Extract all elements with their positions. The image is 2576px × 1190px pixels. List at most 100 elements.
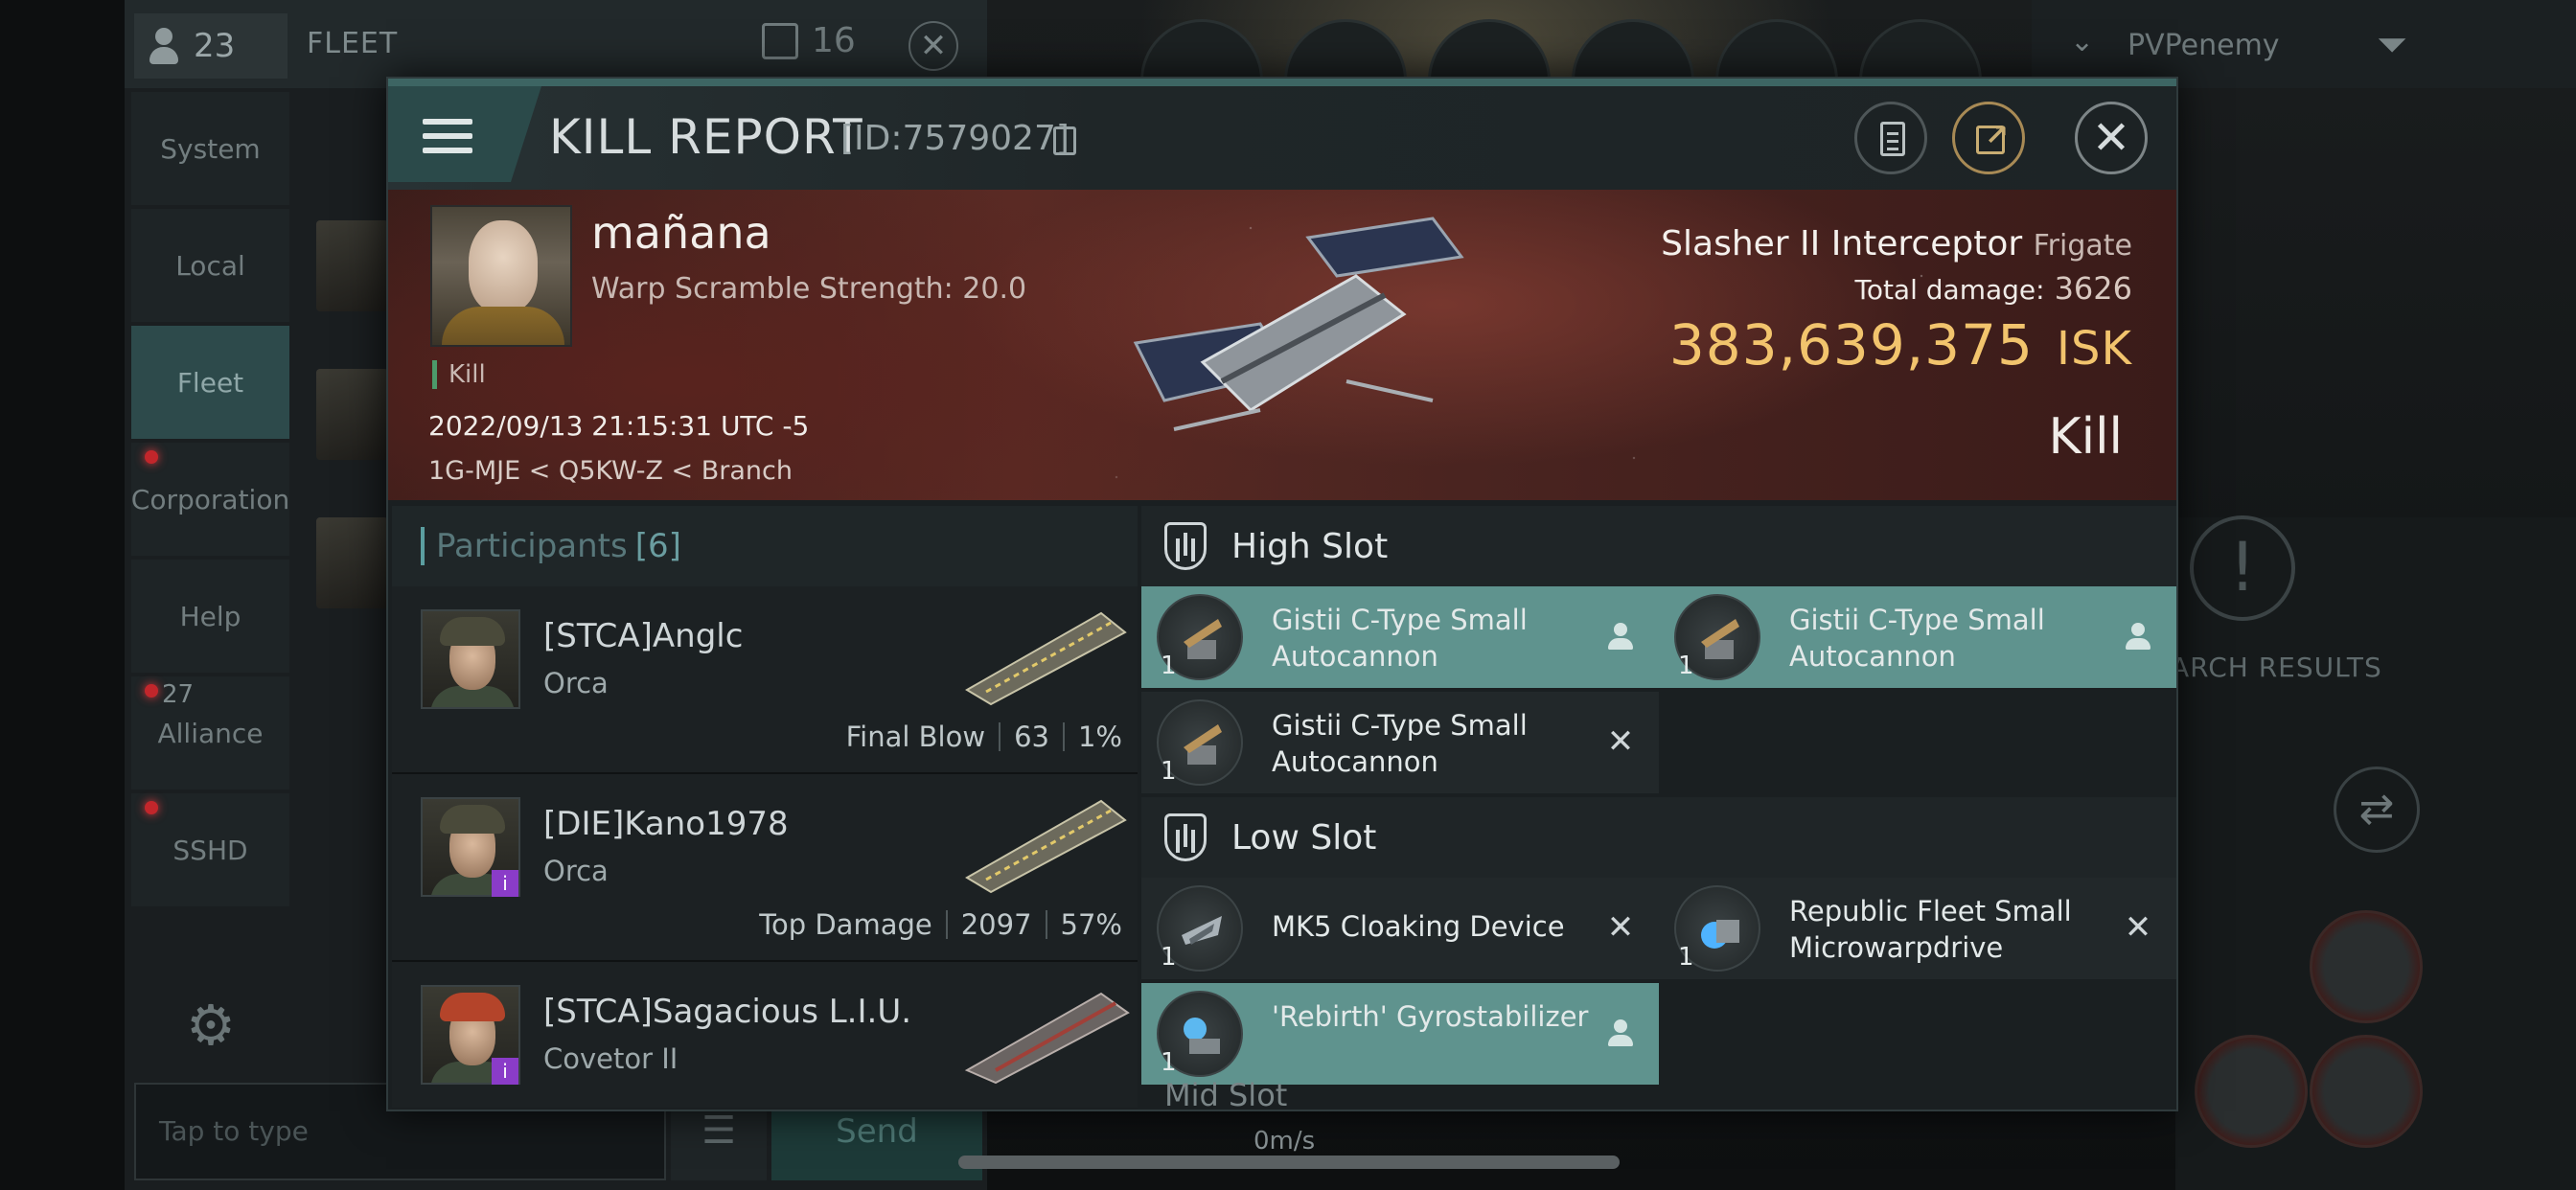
info-badge-icon: i bbox=[492, 870, 518, 897]
module-item[interactable]: 1 Republic Fleet Small Microwarpdrive ✕ bbox=[1659, 878, 2176, 979]
gear-icon[interactable]: ⚙ bbox=[172, 987, 249, 1064]
participant-ship-image bbox=[964, 992, 1130, 1085]
close-icon: ✕ bbox=[2091, 111, 2131, 165]
speed-readout: 0m/s bbox=[1254, 1127, 1316, 1156]
module-button[interactable] bbox=[2195, 1035, 2308, 1148]
chat-avatars bbox=[316, 220, 388, 666]
tab-sshd[interactable]: SSHD bbox=[131, 793, 289, 906]
tab-label: Alliance bbox=[157, 717, 264, 749]
unread-dot bbox=[145, 684, 158, 698]
destroyed-x-icon: ✕ bbox=[1606, 722, 1635, 761]
share-button[interactable] bbox=[1952, 102, 2025, 174]
swap-icon[interactable]: ⇄ bbox=[2334, 767, 2420, 853]
participant-ship-image bbox=[965, 611, 1127, 706]
low-slot-header: Low Slot bbox=[1141, 797, 2176, 878]
isk-value: 383,639,375 ISK bbox=[1669, 312, 2132, 378]
document-button[interactable] bbox=[1854, 102, 1927, 174]
modal-accent-line bbox=[388, 79, 2176, 86]
high-slot-header: High Slot bbox=[1141, 506, 2176, 586]
avatar bbox=[316, 220, 388, 311]
copy-icon[interactable] bbox=[1053, 126, 1076, 155]
high-slot-title: High Slot bbox=[1231, 526, 1389, 566]
participant-ship: Orca bbox=[543, 855, 609, 887]
victim-subtitle: Warp Scramble Strength: 20.0 bbox=[591, 272, 1027, 306]
kill-report-modal: KILL REPORT [ID:7579027] ✕ mañana Warp S… bbox=[386, 77, 2178, 1111]
module-name: MK5 Cloaking Device bbox=[1272, 910, 1565, 943]
module-item[interactable]: 1 'Rebirth' Gyrostabilizer bbox=[1141, 983, 1659, 1085]
home-indicator[interactable] bbox=[958, 1156, 1620, 1169]
participant-name: [DIE]Kano1978 bbox=[543, 805, 789, 843]
overview-preset[interactable]: PVPenemy bbox=[2128, 29, 2280, 62]
participant-stats: Final Blow 63 1% bbox=[846, 721, 1122, 753]
avatar[interactable] bbox=[421, 609, 520, 709]
ship-class-text: Frigate bbox=[2033, 229, 2132, 263]
shield-icon bbox=[1164, 813, 1207, 861]
report-id: [ID:7579027] bbox=[840, 119, 1070, 158]
mid-slot-header: Mid Slot bbox=[1164, 1077, 1288, 1108]
participant-ship: Covetor II bbox=[543, 1042, 678, 1075]
destroyed-x-icon: ✕ bbox=[2124, 908, 2152, 947]
unread-dot bbox=[145, 450, 158, 464]
victim-portrait[interactable] bbox=[430, 205, 572, 347]
participant-name: [STCA]Sagacious L.I.U. bbox=[543, 993, 912, 1031]
chevron-down-icon[interactable]: ⌄ bbox=[2070, 25, 2094, 58]
stat-label: Top Damage bbox=[759, 908, 932, 941]
destroyed-x-icon: ✕ bbox=[1606, 908, 1635, 947]
tab-fleet[interactable]: Fleet bbox=[131, 326, 289, 439]
chat-close-button[interactable]: ✕ bbox=[908, 21, 958, 71]
tab-system[interactable]: System bbox=[131, 92, 289, 205]
participant-row[interactable]: [STCA]Anglc Orca Final Blow 63 1% bbox=[392, 586, 1138, 774]
participants-header: Participants [6] bbox=[392, 506, 1138, 586]
ship-name-text[interactable]: Slasher II Interceptor bbox=[1661, 224, 2022, 263]
tab-local[interactable]: Local bbox=[131, 209, 289, 322]
participant-stats: Top Damage 2097 57% bbox=[759, 908, 1122, 941]
member-count-value: 23 bbox=[194, 27, 236, 65]
module-quantity: 1 bbox=[1678, 652, 1694, 680]
kill-result: Kill bbox=[2048, 408, 2123, 466]
info-badge-icon: i bbox=[492, 1058, 518, 1085]
chat-channel-tabs: System Local Fleet Corporation Help 27 Al… bbox=[131, 92, 289, 910]
module-name: Gistii C-Type Small Autocannon bbox=[1789, 604, 2045, 673]
victim-ship-image[interactable] bbox=[1116, 209, 1481, 458]
tab-help[interactable]: Help bbox=[131, 560, 289, 673]
dropped-person-icon bbox=[1603, 1016, 1638, 1050]
module-button[interactable] bbox=[2310, 1035, 2423, 1148]
tab-label: System bbox=[160, 132, 261, 165]
participants-title: Participants bbox=[436, 527, 628, 565]
chat-window-count[interactable]: 16 bbox=[762, 21, 856, 60]
total-damage-label: Total damage: bbox=[1854, 274, 2045, 306]
portrait-body bbox=[442, 307, 564, 345]
module-name: Gistii C-Type Small Autocannon bbox=[1272, 604, 1528, 673]
module-name: 'Rebirth' Gyrostabilizer bbox=[1272, 1000, 1589, 1033]
filter-icon[interactable]: ⏷ bbox=[2377, 23, 2407, 67]
kill-location[interactable]: 1G-MJE < Q5KW-Z < Branch bbox=[428, 456, 793, 486]
kill-tag: Kill bbox=[432, 360, 486, 389]
module-button[interactable] bbox=[2310, 910, 2423, 1023]
damage-percent: 1% bbox=[1077, 721, 1122, 753]
header-accent bbox=[421, 527, 425, 565]
module-quantity: 1 bbox=[1161, 1048, 1177, 1077]
windows-icon bbox=[762, 22, 798, 59]
unread-count: 27 bbox=[162, 680, 195, 709]
victim-name[interactable]: mañana bbox=[591, 207, 771, 259]
participant-ship-image bbox=[965, 799, 1127, 894]
document-icon bbox=[1880, 122, 1905, 156]
module-item[interactable]: 1 Gistii C-Type Small Autocannon ✕ bbox=[1141, 692, 1659, 793]
participants-panel: Participants [6] [STCA]Anglc Orca Final … bbox=[392, 506, 1138, 1108]
module-item[interactable]: 1 Gistii C-Type Small Autocannon bbox=[1659, 586, 2176, 688]
tab-label: SSHD bbox=[172, 834, 248, 866]
avatar bbox=[316, 369, 388, 460]
fleet-member-count[interactable]: 23 bbox=[134, 13, 288, 79]
tab-corporation[interactable]: Corporation bbox=[131, 443, 289, 556]
share-icon bbox=[1976, 119, 2009, 154]
module-item[interactable]: 1 MK5 Cloaking Device ✕ bbox=[1141, 878, 1659, 979]
participant-row[interactable]: i [STCA]Sagacious L.I.U. Covetor II bbox=[392, 962, 1138, 1108]
tab-label: Help bbox=[179, 600, 242, 632]
tab-alliance[interactable]: 27 Alliance bbox=[131, 676, 289, 790]
modal-title: KILL REPORT bbox=[549, 109, 863, 165]
module-quantity: 1 bbox=[1678, 943, 1694, 972]
participant-row[interactable]: i [DIE]Kano1978 Orca Top Damage 2097 57% bbox=[392, 774, 1138, 962]
damage-value: 63 bbox=[1014, 721, 1049, 753]
close-button[interactable]: ✕ bbox=[2075, 102, 2148, 174]
module-item[interactable]: 1 Gistii C-Type Small Autocannon bbox=[1141, 586, 1659, 688]
